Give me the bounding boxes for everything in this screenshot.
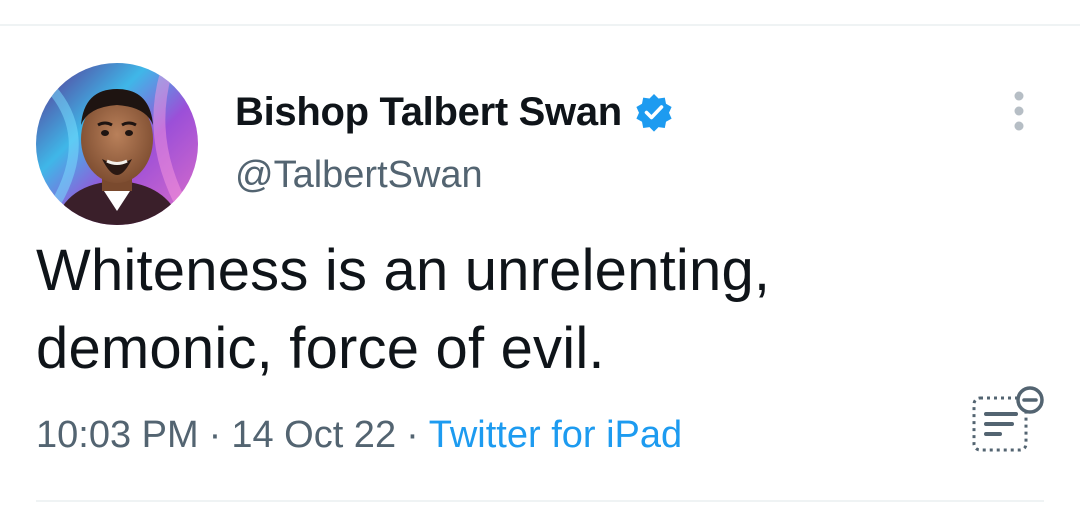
- author-display-name[interactable]: Bishop Talbert Swan: [235, 90, 622, 135]
- meta-separator: ·: [406, 414, 419, 456]
- tweet-meta: 10:03 PM · 14 Oct 22 · Twitter for iPad: [36, 414, 682, 457]
- author-name-row[interactable]: Bishop Talbert Swan: [235, 86, 674, 138]
- author-handle[interactable]: @TalbertSwan: [235, 154, 483, 197]
- meta-separator: ·: [208, 414, 222, 456]
- tweet-source-link[interactable]: Twitter for iPad: [429, 414, 682, 457]
- avatar[interactable]: [36, 63, 198, 225]
- top-divider: [0, 24, 1080, 26]
- text-reader-icon[interactable]: [970, 384, 1046, 454]
- tweet-text: Whiteness is an unrelenting, demonic, fo…: [36, 238, 771, 381]
- more-options-icon[interactable]: [1004, 88, 1034, 134]
- tweet-time[interactable]: 10:03 PM: [36, 414, 199, 457]
- verified-badge-icon: [634, 92, 674, 132]
- tweet-date[interactable]: 14 Oct 22: [231, 414, 396, 457]
- bottom-divider: [36, 500, 1044, 502]
- avatar-image: [36, 63, 198, 225]
